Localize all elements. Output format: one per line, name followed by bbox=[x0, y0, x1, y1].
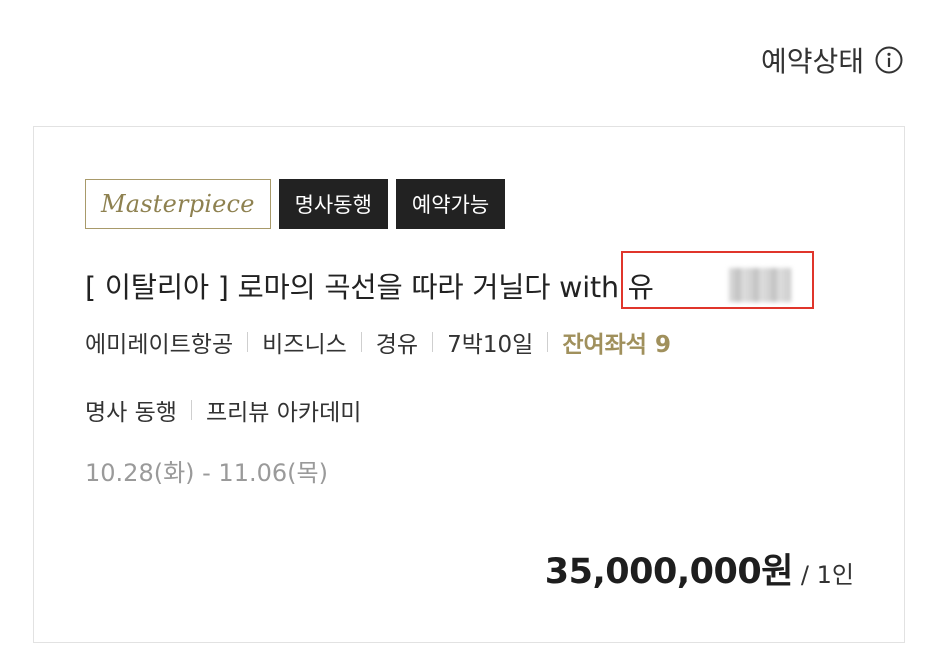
cabin-class-text: 비즈니스 bbox=[262, 332, 347, 358]
academy-feature-text: 프리뷰 아카데미 bbox=[205, 400, 362, 426]
info-circle-icon[interactable] bbox=[874, 45, 904, 75]
reservation-status-label: 예약상태 bbox=[760, 45, 864, 78]
airline-text: 에미레이트항공 bbox=[85, 332, 234, 358]
product-title[interactable]: [ 이탈리아 ] 로마의 곡선을 따라 거닐다 with 유 bbox=[85, 265, 654, 306]
tour-product-card[interactable]: Masterpiece 명사동행 예약가능 [ 이탈리아 ] 로마의 곡선을 따… bbox=[33, 126, 905, 643]
price-block: 35,000,000원 / 1인 bbox=[545, 543, 854, 594]
divider bbox=[247, 332, 249, 352]
availability-badge: 예약가능 bbox=[395, 179, 506, 229]
highlight-annotation-box bbox=[621, 251, 814, 309]
trip-meta-row: 에미레이트항공 비즈니스 경유 7박10일 잔여좌석 9 bbox=[85, 325, 671, 359]
divider bbox=[190, 400, 192, 420]
duration-text: 7박10일 bbox=[447, 332, 534, 358]
divider bbox=[547, 332, 549, 352]
badge-group: Masterpiece 명사동행 예약가능 bbox=[85, 179, 506, 229]
route-type-text: 경유 bbox=[375, 332, 419, 358]
mentor-feature-text: 명사 동행 bbox=[85, 400, 177, 426]
masterpiece-badge: Masterpiece bbox=[85, 179, 271, 229]
divider bbox=[360, 332, 362, 352]
feature-row: 명사 동행 프리뷰 아카데미 bbox=[85, 393, 361, 427]
remaining-seats-text: 잔여좌석 9 bbox=[562, 332, 671, 358]
per-person-label: / 1인 bbox=[800, 561, 854, 589]
reservation-status-header[interactable]: 예약상태 bbox=[761, 40, 904, 80]
divider bbox=[432, 332, 434, 352]
travel-dates: 10.28(화) - 11.06(목) bbox=[85, 459, 328, 487]
mentor-badge: 명사동행 bbox=[278, 179, 388, 229]
price-value: 35,000,000원 bbox=[544, 552, 794, 592]
product-title-main: [ 이탈리아 ] 로마의 곡선을 따라 거닐다 bbox=[85, 271, 560, 304]
